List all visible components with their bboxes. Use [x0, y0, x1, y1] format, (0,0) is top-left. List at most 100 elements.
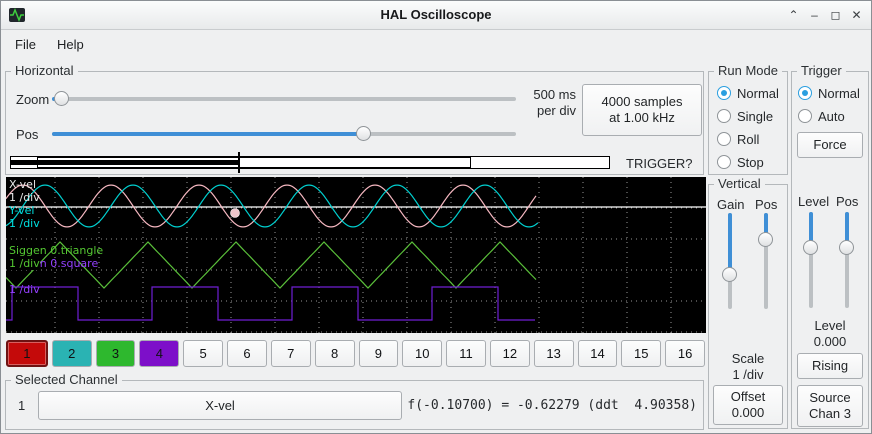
minimize-button[interactable]: – [804, 5, 825, 25]
trigger-source-button[interactable]: Source Chan 3 [797, 385, 863, 427]
channel-button-5[interactable]: 5 [183, 340, 223, 367]
maximize-button[interactable]: ◻ [825, 5, 846, 25]
vertical-pos-label: Pos [755, 197, 777, 212]
trigger-source-line1: Source [809, 390, 850, 406]
vertical-group-title: Vertical [714, 176, 765, 191]
radio-normal[interactable]: Normal [717, 84, 779, 102]
radio-label: Normal [818, 86, 860, 101]
app-window: HAL Oscilloscope ⌃ – ◻ ✕ File Help Horiz… [0, 0, 872, 434]
channel-name-button[interactable]: X-vel [38, 391, 402, 420]
scope-label-1-div: 1 /div [9, 258, 40, 270]
channel-button-7[interactable]: 7 [271, 340, 311, 367]
samples-button-line2: at 1.00 kHz [609, 110, 675, 126]
selected-channel-number: 1 [18, 398, 25, 413]
title-bar[interactable]: HAL Oscilloscope ⌃ – ◻ ✕ [1, 1, 871, 30]
trigger-level-slider[interactable] [802, 212, 820, 308]
radio-circle-icon [717, 155, 731, 169]
trigger-position-marker [238, 152, 240, 173]
trigger-pos-handle[interactable] [839, 240, 854, 255]
trace-x-vel [6, 185, 536, 227]
trigger-question-label: TRIGGER? [626, 156, 692, 171]
offset-button-label: Offset [731, 389, 765, 405]
scope-label-1-div: 1 /div [9, 218, 40, 230]
scope-label-y-vel: Y-vel [9, 205, 34, 217]
record-display-window [37, 157, 471, 168]
timebase-readout: 500 ms per div [514, 87, 576, 119]
trigger-pos-slider[interactable] [838, 212, 856, 308]
trigger-group-title: Trigger [797, 63, 846, 78]
channel-button-1[interactable]: 1 [6, 340, 48, 367]
scale-label: Scale [709, 351, 787, 366]
channel-button-11[interactable]: 11 [446, 340, 486, 367]
channel-button-10[interactable]: 10 [402, 340, 442, 367]
channel-button-16[interactable]: 16 [665, 340, 705, 367]
scale-value: 1 /div [709, 367, 787, 382]
gain-label: Gain [717, 197, 744, 212]
vertical-pos-slider[interactable] [757, 213, 775, 309]
record-position-bar [10, 154, 612, 171]
pos-label: Pos [16, 127, 38, 142]
offset-button[interactable]: Offset 0.000 [713, 385, 783, 425]
trigger-edge-button[interactable]: Rising [797, 353, 863, 379]
scope-label-1-div: 1 /div [9, 284, 40, 296]
force-button-label: Force [813, 137, 846, 153]
channel-button-6[interactable]: 6 [227, 340, 267, 367]
zoom-slider-groove [52, 97, 516, 101]
close-button[interactable]: ✕ [846, 5, 867, 25]
selected-channel-group: Selected Channel 1 X-vel f(-0.10700) = -… [5, 380, 704, 430]
vertical-pos-handle[interactable] [758, 232, 773, 247]
trigger-source-line2: Chan 3 [809, 406, 851, 422]
trigger-edge-button-label: Rising [812, 358, 848, 374]
horizontal-pos-slider[interactable] [52, 125, 516, 143]
timebase-unit: per div [514, 103, 576, 119]
run-mode-group: Run Mode NormalSingleRollStop [708, 71, 788, 175]
trigger-group: Trigger Force Level Pos Level 0.000 Risi… [791, 71, 869, 429]
channel-button-9[interactable]: 9 [359, 340, 399, 367]
menu-bar: File Help [1, 30, 871, 58]
channel-button-3[interactable]: 3 [96, 340, 136, 367]
channel-button-8[interactable]: 8 [315, 340, 355, 367]
radio-label: Auto [818, 109, 845, 124]
trigger-point-marker [231, 209, 240, 218]
channel-button-14[interactable]: 14 [578, 340, 618, 367]
menu-help[interactable]: Help [49, 34, 92, 55]
samples-button[interactable]: 4000 samples at 1.00 kHz [582, 84, 702, 136]
horizontal-group-title: Horizontal [11, 63, 78, 78]
samples-button-line1: 4000 samples [602, 94, 683, 110]
trigger-level-readout-value: 0.000 [792, 334, 868, 349]
radio-auto[interactable]: Auto [798, 107, 845, 125]
trace-siggen-0-square [6, 287, 535, 320]
radio-label: Stop [737, 155, 764, 170]
offset-button-value: 0.000 [732, 405, 765, 421]
scope-canvas [6, 177, 706, 333]
menu-file[interactable]: File [7, 34, 44, 55]
force-trigger-button[interactable]: Force [797, 132, 863, 158]
channel-button-4[interactable]: 4 [139, 340, 179, 367]
channel-value-readout: f(-0.10700) = -0.62279 (ddt 4.90358) [407, 398, 697, 413]
timebase-value: 500 ms [514, 87, 576, 103]
gain-slider[interactable] [721, 213, 739, 309]
radio-single[interactable]: Single [717, 107, 773, 125]
gain-slider-handle[interactable] [722, 267, 737, 282]
trigger-level-handle[interactable] [803, 240, 818, 255]
zoom-slider[interactable] [52, 90, 516, 108]
channel-button-2[interactable]: 2 [52, 340, 92, 367]
radio-circle-icon [717, 86, 731, 100]
zoom-label: Zoom [16, 92, 49, 107]
radio-label: Single [737, 109, 773, 124]
radio-roll[interactable]: Roll [717, 130, 759, 148]
channel-button-12[interactable]: 12 [490, 340, 530, 367]
radio-circle-icon [717, 109, 731, 123]
zoom-slider-handle[interactable] [54, 91, 69, 106]
run-mode-group-title: Run Mode [714, 63, 782, 78]
scope-display: X-vel1 /divY-vel1 /divSiggen 0.triangleS… [6, 177, 706, 333]
shade-button[interactable]: ⌃ [783, 5, 804, 25]
radio-normal[interactable]: Normal [798, 84, 860, 102]
radio-circle-icon [717, 132, 731, 146]
channel-button-13[interactable]: 13 [534, 340, 574, 367]
gain-slider-fill [728, 213, 732, 274]
trigger-level-label: Level [798, 194, 829, 209]
radio-stop[interactable]: Stop [717, 153, 764, 171]
pos-slider-handle[interactable] [356, 126, 371, 141]
channel-button-15[interactable]: 15 [621, 340, 661, 367]
